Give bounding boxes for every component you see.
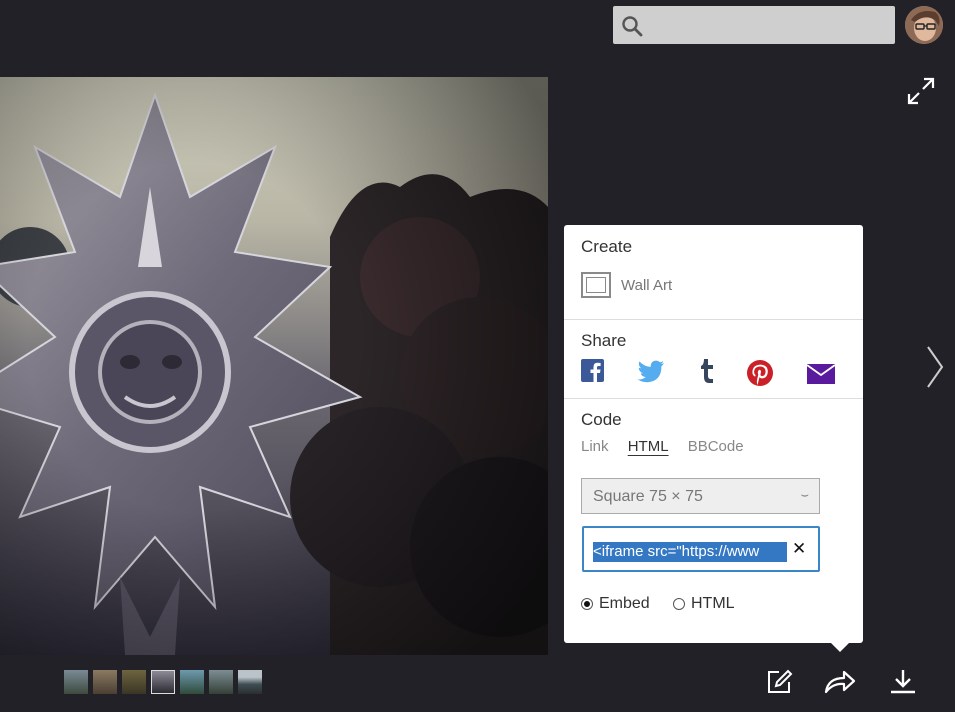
tab-link[interactable]: Link — [581, 438, 609, 455]
top-bar — [0, 0, 955, 52]
thumbnail-strip — [64, 670, 267, 694]
create-title: Create — [581, 237, 633, 256]
next-photo-button[interactable] — [924, 344, 946, 390]
share-panel: Create Wall Art Share Code Link HTML BBC… — [564, 225, 863, 652]
chevron-down-icon: ⌣ — [800, 487, 809, 502]
tumblr-icon[interactable] — [699, 359, 715, 383]
search-icon — [622, 16, 643, 37]
download-icon — [891, 670, 915, 694]
twitter-icon[interactable] — [637, 360, 665, 383]
divider — [564, 319, 863, 320]
thumbnail[interactable] — [238, 670, 262, 694]
wall-art-label: Wall Art — [621, 276, 673, 294]
thumbnail[interactable] — [93, 670, 117, 694]
code-title: Code — [581, 410, 622, 429]
sculpture-image — [0, 77, 548, 655]
thumbnail[interactable] — [180, 670, 204, 694]
wall-art-option[interactable]: Wall Art — [581, 269, 672, 301]
divider — [564, 398, 863, 399]
thumbnail-selected[interactable] — [151, 670, 175, 694]
tab-bbcode[interactable]: BBCode — [688, 438, 744, 455]
share-title: Share — [581, 331, 627, 350]
main-photo — [0, 77, 548, 655]
search-input[interactable] — [651, 6, 891, 46]
radio-embed-dot[interactable] — [581, 598, 593, 610]
code-tabs: Link HTML BBCode — [581, 438, 759, 455]
search-box[interactable] — [613, 6, 895, 46]
embed-code-text[interactable]: <iframe src="https://www — [593, 542, 787, 562]
thumbnail[interactable] — [122, 670, 146, 694]
tab-html[interactable]: HTML — [628, 438, 669, 455]
share-arrow-icon — [824, 670, 856, 694]
facebook-icon[interactable] — [581, 359, 604, 382]
radio-html-dot[interactable] — [673, 598, 685, 610]
radio-embed[interactable]: Embed — [581, 595, 650, 613]
edit-button[interactable] — [766, 668, 794, 696]
radio-html-label: HTML — [691, 595, 735, 612]
avatar[interactable] — [905, 6, 943, 44]
edit-icon — [768, 669, 793, 693]
size-select[interactable]: Square 75 × 75 ⌣ — [581, 478, 820, 514]
embed-code-field[interactable]: <iframe src="https://www ✕ — [582, 526, 820, 572]
radio-html[interactable]: HTML — [673, 595, 735, 613]
frame-icon — [581, 272, 611, 298]
thumbnail[interactable] — [64, 670, 88, 694]
fullscreen-button[interactable] — [906, 76, 936, 106]
thumbnail[interactable] — [209, 670, 233, 694]
email-icon[interactable] — [807, 364, 835, 384]
share-button[interactable] — [824, 668, 856, 696]
download-button[interactable] — [889, 668, 917, 696]
chevron-right-icon — [927, 346, 944, 388]
pinterest-icon[interactable] — [747, 360, 773, 386]
size-select-value: Square 75 × 75 — [593, 488, 703, 505]
expand-icon — [907, 77, 935, 105]
clear-icon[interactable]: ✕ — [792, 539, 806, 559]
radio-embed-label: Embed — [599, 595, 650, 612]
